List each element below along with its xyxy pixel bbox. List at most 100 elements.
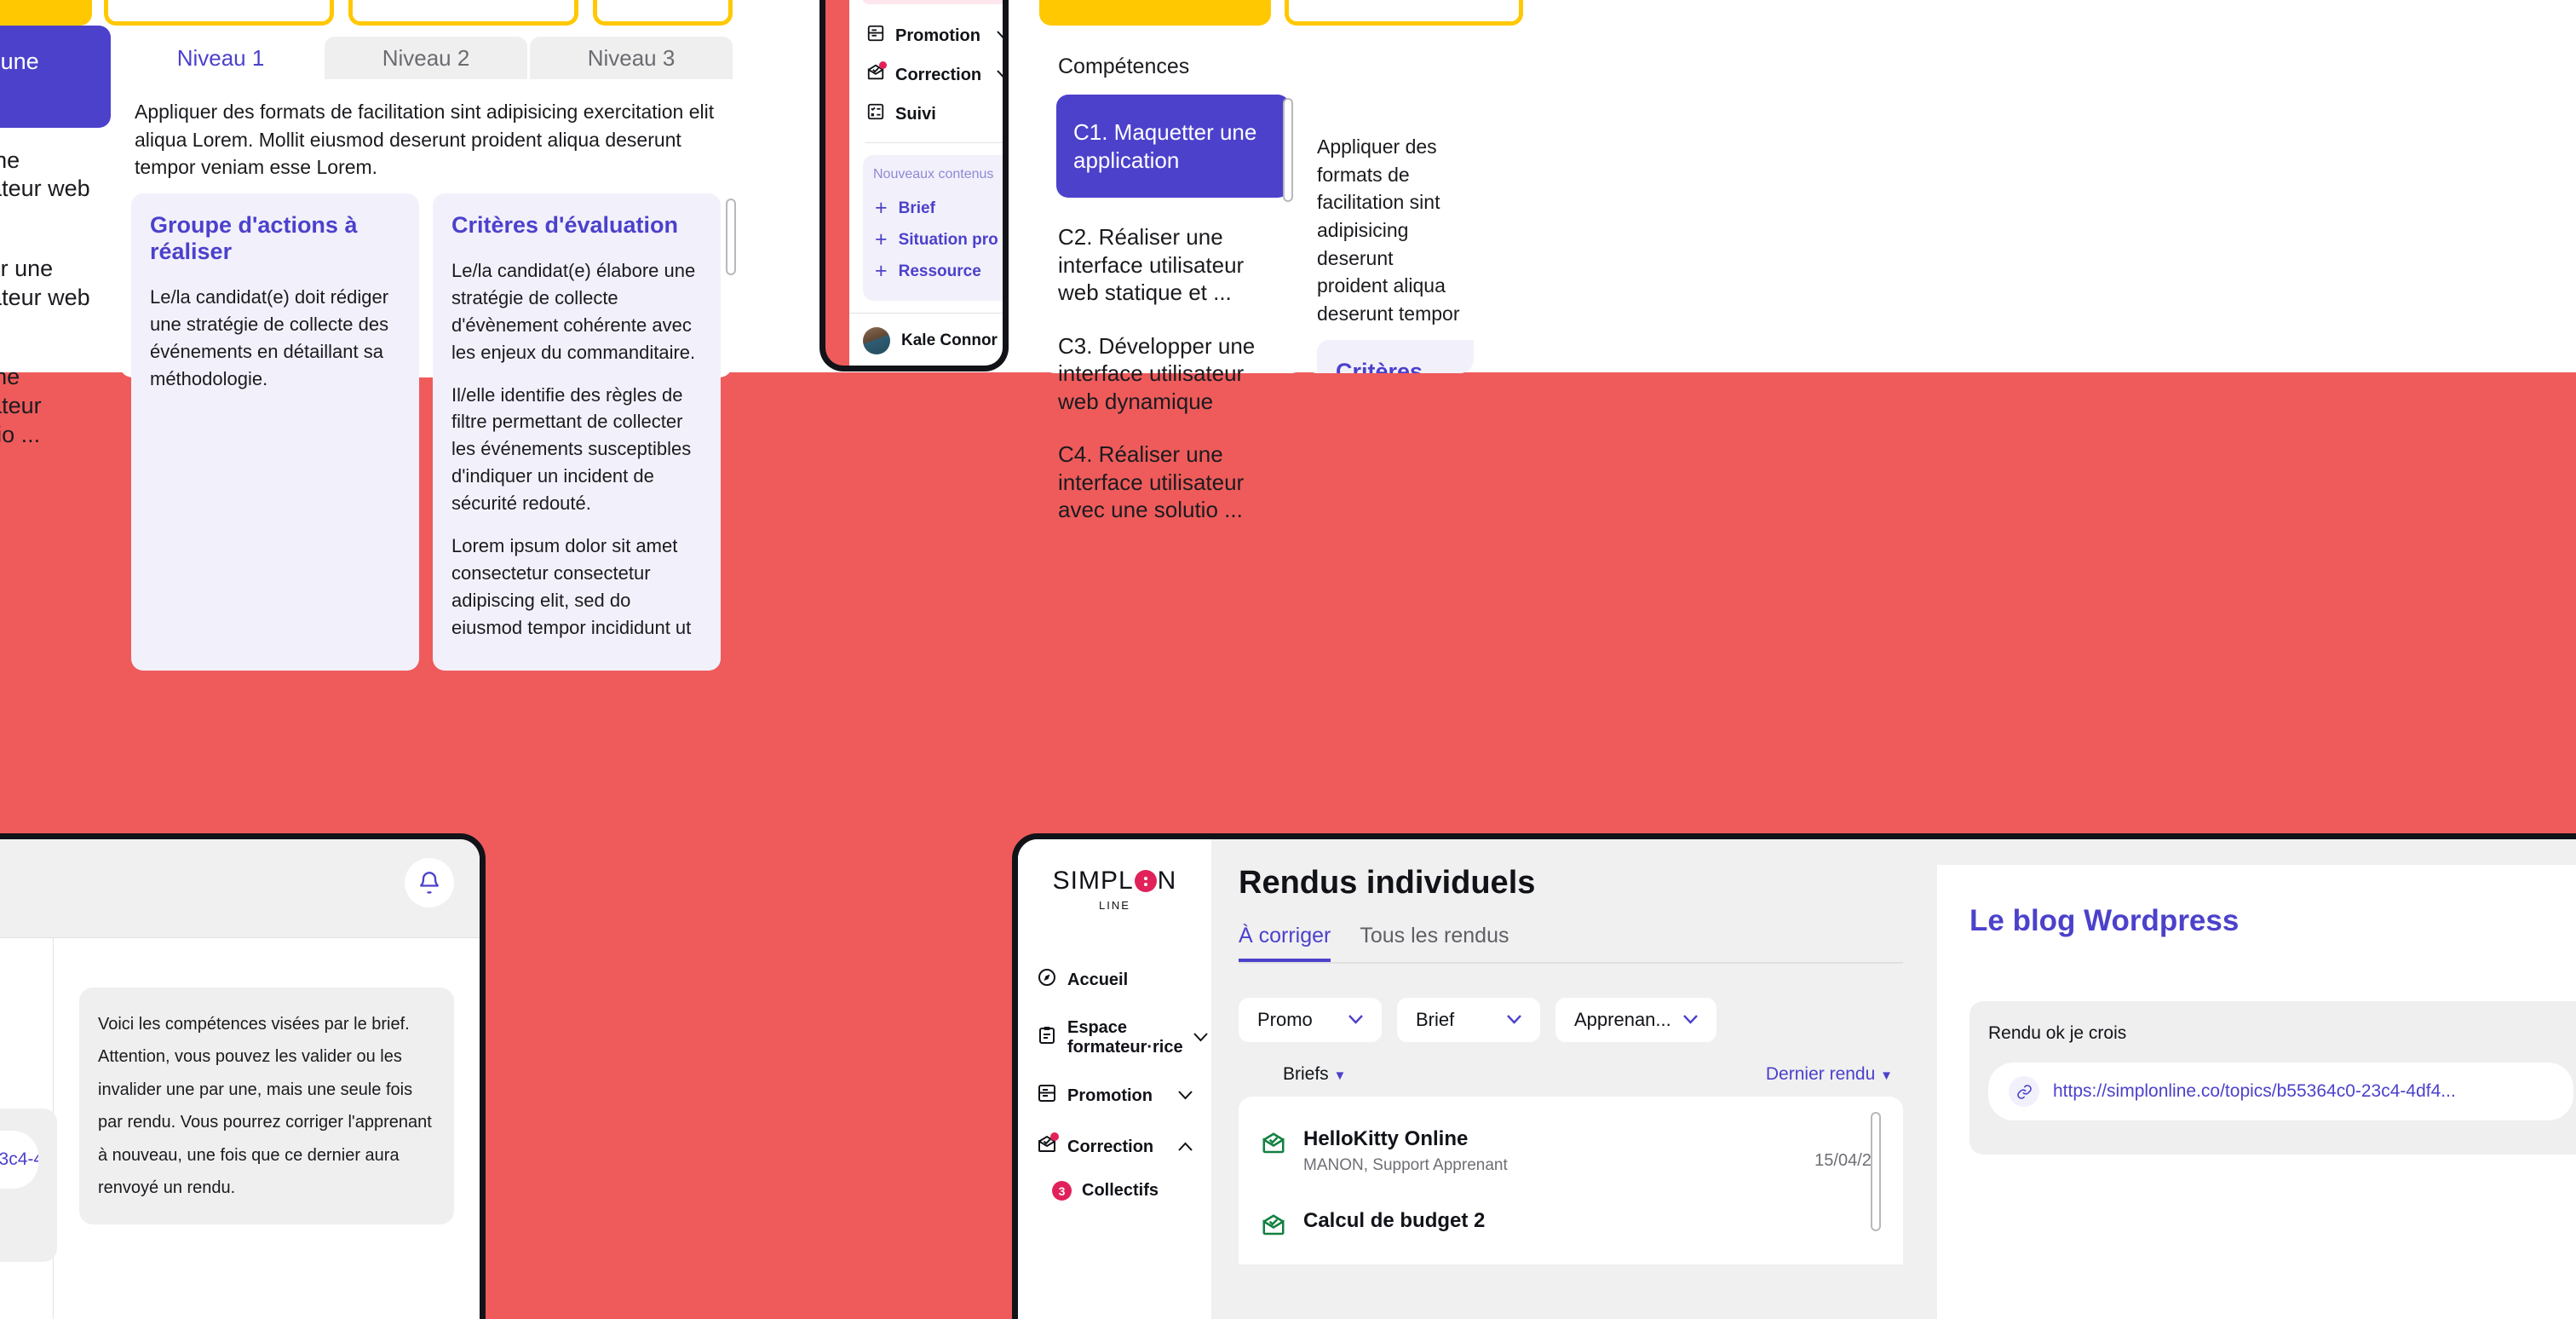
compass-icon [1037, 967, 1057, 993]
tab-a-corriger[interactable]: À corriger [1239, 924, 1331, 962]
nav-item-suivi[interactable]: Suivi [861, 95, 1003, 134]
competences-card-item-c3[interactable]: C3. Développer une interface utilisateur… [1041, 332, 1305, 416]
add-situation-pro-link[interactable]: + Situation pro [873, 224, 1003, 256]
rendu-detail-url-pill[interactable]: https://simplonline.co/topics/b55364c0-2… [1988, 1063, 2573, 1120]
add-brief-label: Brief [898, 199, 935, 217]
rendus-list-scrollbar[interactable] [1871, 1112, 1881, 1231]
chevron-down-icon-apprenant[interactable] [1682, 1011, 1698, 1028]
plus-icon-ressource: + [875, 259, 888, 283]
nouveaux-contenus-title: Nouveaux contenus [873, 167, 994, 181]
blog-url-text: https://simplonline.co/topics/b55364c0-2… [0, 1149, 38, 1169]
rendus-sidebar: SIMPL N LINE Accueil Espace formateur·ri… [1018, 839, 1211, 1319]
competence-item-c4[interactable]: C4. Réaliser une interface utilisateur a… [0, 363, 111, 449]
tab-tous-les-rendus[interactable]: Tous les rendus [1360, 924, 1509, 962]
sidebar-item-accueil[interactable]: Accueil [1018, 954, 1211, 1005]
chevron-down-icon[interactable] [997, 27, 1003, 44]
competence-item-c2[interactable]: C2. Réaliser une interface utilisateur w… [0, 147, 111, 233]
competences-card-scrollbar[interactable] [1283, 98, 1293, 202]
sidebar-label-promotion: Promotion [1067, 1086, 1153, 1105]
chevron-down-icon-brief[interactable] [1507, 1011, 1521, 1028]
add-ressource-link[interactable]: + Ressource [873, 256, 1003, 287]
competences-card-item-c2[interactable]: C2. Réaliser une interface utilisateur w… [1041, 223, 1305, 307]
sidebar-subitem-collectifs[interactable]: 3 Collectifs [1018, 1172, 1211, 1209]
sort-dernier-rendu[interactable]: Dernier rendu ▼ [1766, 1064, 1893, 1085]
rendus-main-column: Rendus individuels À corriger Tous les r… [1239, 865, 1903, 1319]
page-title: Rendus individuels [1239, 865, 1536, 901]
rendu-row-2[interactable]: Calcul de budget 2 [1239, 1197, 1903, 1264]
filter-brief[interactable]: Brief [1397, 998, 1540, 1042]
yellow-tab-1[interactable] [0, 0, 92, 26]
rendu-row-2-text: Calcul de budget 2 [1303, 1209, 1881, 1233]
chevron-down-icon-espace[interactable] [1193, 1029, 1208, 1046]
sidebar-item-correction[interactable]: Correction [1018, 1121, 1211, 1172]
filter-promo-label: Promo [1257, 1009, 1313, 1030]
rendus-filters: Promo Brief Apprenan... [1239, 998, 1903, 1042]
chevron-down-icon-promo[interactable] [1348, 1011, 1363, 1028]
rendu-detail-title: Le blog Wordpress [1969, 904, 2240, 937]
rendu-row-1-text: HelloKitty Online MANON, Support Apprena… [1303, 1127, 1797, 1175]
yellow-tab-strip [0, 0, 750, 26]
checklist-icon [866, 102, 885, 126]
nav-divider [865, 142, 1003, 143]
filter-apprenant[interactable]: Apprenan... [1555, 998, 1716, 1042]
nouveaux-contenus-box: Nouveaux contenus + Brief + Situation pr… [863, 155, 1003, 301]
competence-item-c3[interactable]: C3. Développer une interface utilisateur… [0, 255, 111, 341]
tab-niveau-1[interactable]: Niveau 1 [119, 37, 322, 79]
blog-title: Le blog Wordpress [0, 988, 19, 1022]
plus-icon-situation: + [875, 228, 888, 251]
yellow-tab-6[interactable] [1285, 0, 1523, 26]
blog-url-card: https://simplonline.co/topics/b55364c0-2… [0, 1109, 57, 1262]
nav-item-referentiels[interactable]: Référentiels [861, 0, 1003, 4]
link-icon-detail [2009, 1076, 2039, 1107]
chevron-down-icon-correction[interactable] [997, 66, 1003, 84]
rendus-sort-row: Briefs ▼ Dernier rendu ▼ [1239, 1042, 1903, 1097]
sidebar-sublabel-collectifs: Collectifs [1082, 1181, 1159, 1200]
caret-down-icon-briefs: ▼ [1333, 1068, 1347, 1083]
rendus-layout: SIMPL N LINE Accueil Espace formateur·ri… [1018, 839, 2576, 1319]
competences-card-item-c4[interactable]: C4. Réaliser une interface utilisateur a… [1041, 441, 1305, 524]
yellow-tab-4[interactable] [593, 0, 733, 26]
add-brief-link[interactable]: + Brief [873, 193, 1003, 224]
envelope-check-icon [866, 61, 887, 87]
plus-icon-brief: + [875, 196, 888, 220]
rendu-detail-comment: Rendu ok je crois [1988, 1023, 2127, 1043]
envelope-check-icon-sidebar [1037, 1132, 1059, 1160]
rendu-row-1[interactable]: HelloKitty Online MANON, Support Apprena… [1239, 1115, 1903, 1197]
filter-promo[interactable]: Promo [1239, 998, 1382, 1042]
yellow-tab-2[interactable] [104, 0, 334, 26]
avatar [863, 327, 890, 354]
nav-label-promotion: Promotion [895, 26, 980, 45]
simplon-logo-text: SIMPL N [1018, 867, 1211, 896]
yellow-tab-3[interactable] [348, 0, 578, 26]
competence-item-c1[interactable]: C1. Maquetter une application [0, 26, 111, 128]
rendu-detail-card: Rendu ok je crois https://simplonline.co… [1969, 1001, 2576, 1155]
competences-card-item-c1[interactable]: C1. Maquetter une application [1056, 95, 1290, 198]
sidebar-item-espace-formateur[interactable]: Espace formateur·rice [1018, 1005, 1211, 1070]
blog-tip-card: Voici les compétences visées par le brie… [79, 988, 454, 1225]
detail-card-clipped: Appliquer des formats de facilitation si… [1303, 32, 1474, 373]
chevron-down-icon-promotion[interactable] [1178, 1087, 1193, 1104]
envelope-check-icon-row-1 [1261, 1131, 1286, 1161]
tab-niveau-2[interactable]: Niveau 2 [325, 37, 527, 79]
bell-icon[interactable] [405, 858, 454, 907]
notification-dot-sidebar [1050, 1132, 1059, 1141]
add-situation-pro-label: Situation pro [898, 230, 998, 249]
tab-niveau-3[interactable]: Niveau 3 [530, 37, 733, 79]
app-nav-inner: Briefs Référentiels Promotion [849, 0, 1003, 366]
logo-part-n: N [1157, 867, 1177, 895]
sort-briefs[interactable]: Briefs ▼ [1283, 1064, 1346, 1085]
app-nav-frame: Briefs Référentiels Promotion [819, 0, 1009, 372]
user-profile-row[interactable]: Kale Connor › [849, 313, 1003, 366]
blog-main-column: Le blog Wordpress https://simplonline.co… [0, 938, 57, 1319]
nav-item-correction[interactable]: Correction [861, 55, 1003, 95]
sidebar-item-promotion[interactable]: Promotion [1018, 1070, 1211, 1121]
chevron-up-icon-correction[interactable] [1178, 1138, 1193, 1155]
yellow-tab-5[interactable] [1039, 0, 1271, 26]
blog-url-pill[interactable]: https://simplonline.co/topics/b55364c0-2… [0, 1131, 38, 1189]
criteres-evaluation-title: Critères d'évaluation [451, 211, 679, 238]
nav-item-promotion[interactable]: Promotion [861, 16, 1003, 55]
criteres-scrollbar[interactable] [726, 198, 736, 275]
competences-list-clipped: C1. Maquetter une application C2. Réalis… [0, 26, 111, 447]
list-card-icon-sidebar [1037, 1083, 1057, 1109]
blog-tip-column: Voici les compétences visées par le brie… [53, 938, 480, 1319]
